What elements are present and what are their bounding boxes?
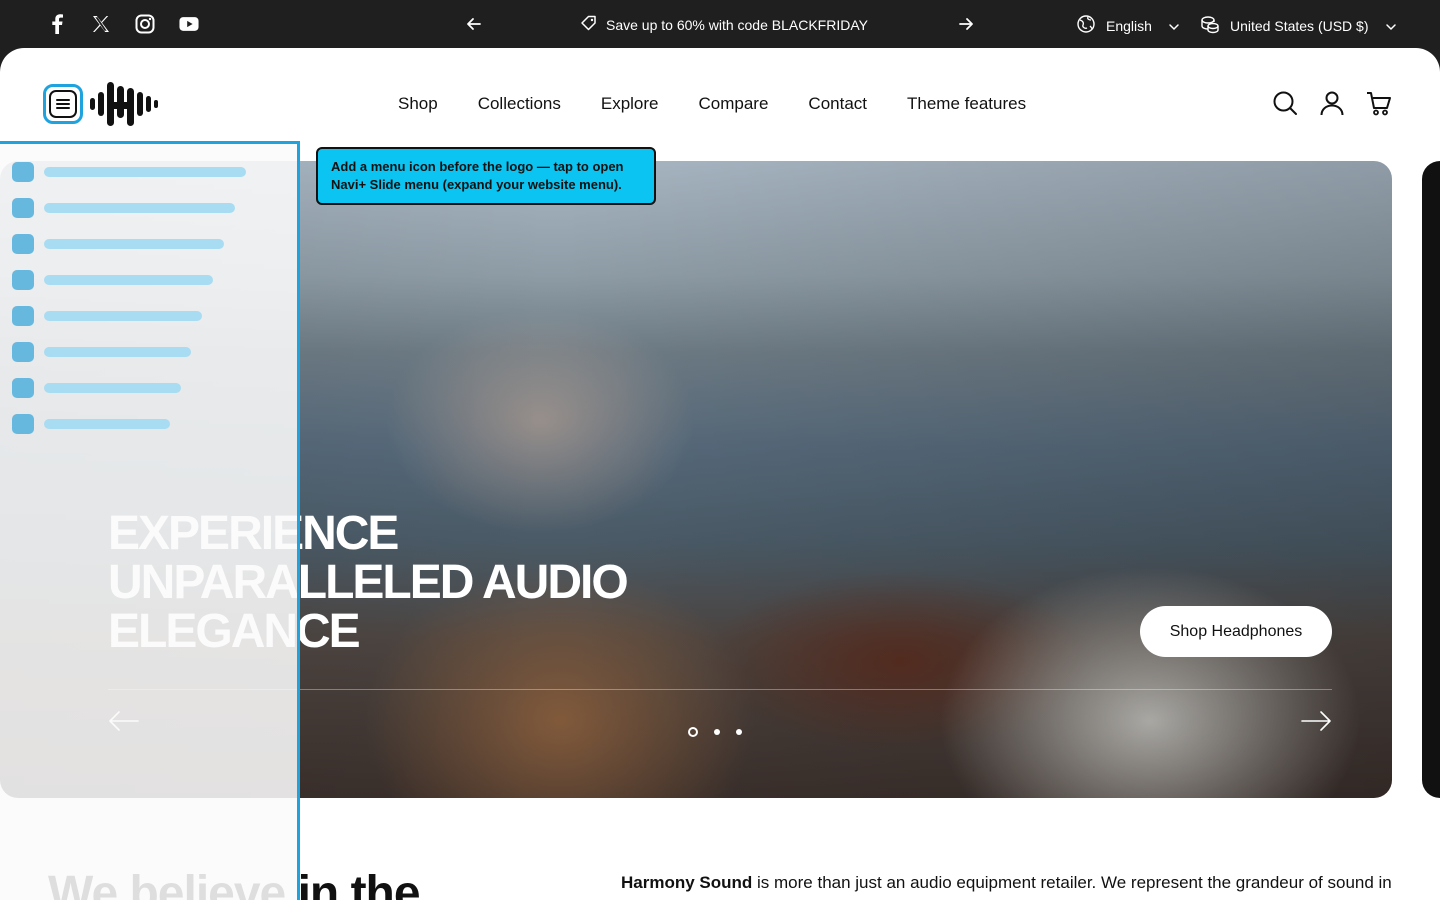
menu-item-icon: [12, 306, 34, 326]
slide-menu-item[interactable]: [12, 234, 224, 254]
slide-menu-preview: [0, 141, 300, 900]
tag-icon: [580, 14, 598, 35]
nav-compare[interactable]: Compare: [699, 94, 769, 114]
currency-label: United States (USD $): [1230, 17, 1369, 34]
about-intro: is more than just an audio equipment ret…: [752, 873, 1392, 892]
facebook-icon[interactable]: [47, 12, 67, 36]
announcement-prev-arrow-icon[interactable]: [464, 13, 484, 35]
slide-menu-item[interactable]: [12, 198, 235, 218]
next-slide-peek: [1422, 161, 1440, 798]
search-icon[interactable]: [1272, 90, 1298, 116]
menu-item-placeholder: [44, 419, 170, 429]
logo[interactable]: [88, 78, 160, 130]
menu-item-icon: [12, 162, 34, 182]
coins-icon: [1200, 14, 1220, 37]
announcement-bar: Save up to 60% with code BLACKFRIDAY Eng…: [0, 0, 1440, 48]
header-actions: [1272, 90, 1392, 116]
slide-dot[interactable]: [714, 729, 720, 735]
announcement: Save up to 60% with code BLACKFRIDAY: [580, 14, 868, 35]
x-icon[interactable]: [91, 12, 111, 36]
social-links: [47, 12, 199, 36]
nav-shop[interactable]: Shop: [398, 94, 438, 114]
youtube-icon[interactable]: [179, 12, 199, 36]
currency-selector[interactable]: United States (USD $): [1200, 14, 1397, 37]
menu-item-icon: [12, 414, 34, 434]
slide-menu-item[interactable]: [12, 306, 202, 326]
slide-dot[interactable]: [736, 729, 742, 735]
main-nav: Shop Collections Explore Compare Contact…: [398, 94, 1026, 114]
announcement-text: Save up to 60% with code BLACKFRIDAY: [606, 16, 868, 33]
menu-item-placeholder: [44, 347, 191, 357]
slide-menu-item[interactable]: [12, 342, 191, 362]
slide-menu-button[interactable]: [43, 84, 83, 124]
about-text: Harmony Sound is more than just an audio…: [621, 873, 1392, 893]
hamburger-icon: [49, 90, 77, 118]
nav-contact[interactable]: Contact: [808, 94, 867, 114]
menu-item-placeholder: [44, 311, 202, 321]
menu-item-placeholder: [44, 239, 224, 249]
cart-icon[interactable]: [1366, 90, 1392, 116]
slide-menu-item[interactable]: [12, 162, 246, 182]
language-selector[interactable]: English: [1076, 14, 1180, 37]
slide-menu-item[interactable]: [12, 414, 170, 434]
language-label: English: [1106, 17, 1152, 34]
instagram-icon[interactable]: [135, 12, 155, 36]
chevron-down-icon: [1168, 18, 1180, 34]
slide-dot[interactable]: [688, 727, 698, 737]
globe-icon: [1076, 14, 1096, 37]
slide-dots: [688, 727, 742, 737]
nav-explore[interactable]: Explore: [601, 94, 659, 114]
chevron-down-icon: [1385, 18, 1397, 34]
menu-item-placeholder: [44, 275, 213, 285]
menu-item-icon: [12, 378, 34, 398]
announcement-next-arrow-icon[interactable]: [956, 13, 976, 35]
nav-collections[interactable]: Collections: [478, 94, 561, 114]
menu-item-icon: [12, 270, 34, 290]
menu-item-placeholder: [44, 383, 181, 393]
brand-name: Harmony Sound: [621, 873, 753, 892]
menu-item-icon: [12, 342, 34, 362]
menu-item-icon: [12, 234, 34, 254]
slide-menu-item[interactable]: [12, 270, 213, 290]
nav-theme-features[interactable]: Theme features: [907, 94, 1026, 114]
menu-item-placeholder: [44, 203, 235, 213]
account-icon[interactable]: [1319, 90, 1345, 116]
slide-next-arrow-icon[interactable]: [1300, 709, 1332, 733]
shop-headphones-button[interactable]: Shop Headphones: [1140, 606, 1332, 657]
slide-menu-item[interactable]: [12, 378, 181, 398]
menu-item-icon: [12, 198, 34, 218]
feature-tooltip: Add a menu icon before the logo — tap to…: [316, 147, 656, 205]
menu-item-placeholder: [44, 167, 246, 177]
